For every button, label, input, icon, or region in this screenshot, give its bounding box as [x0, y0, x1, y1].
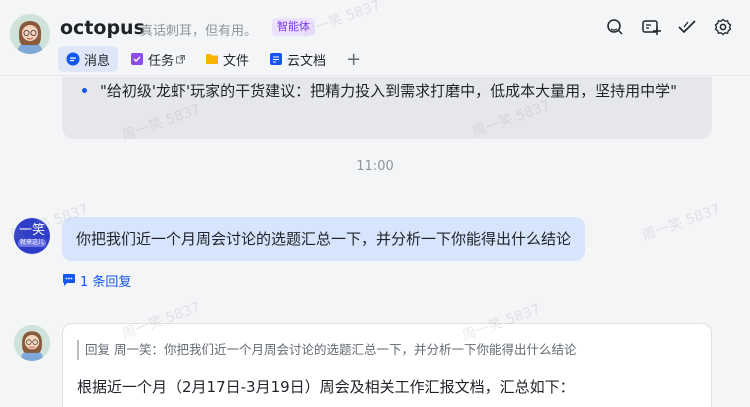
doc-icon [269, 52, 283, 66]
tab-files[interactable]: 文件 [197, 46, 257, 72]
bot-avatar[interactable] [14, 325, 50, 361]
tab-label: 消息 [84, 53, 111, 69]
user-message-bubble[interactable]: 你把我们近一个月周会讨论的选题汇总一下，并分析一下你能得出什么结论 [62, 217, 586, 261]
bullet-dot [82, 88, 87, 93]
add-chat-icon[interactable] [640, 16, 662, 38]
chat-title: octopus [60, 17, 145, 39]
bot-avatar[interactable] [10, 14, 50, 54]
chat-header: octopus 真话刺耳，但有用。 智能体 消息 任务 文件 云文档 + [0, 0, 750, 76]
add-tab-button[interactable]: + [338, 46, 369, 72]
tab-docs[interactable]: 云文档 [261, 46, 334, 72]
chat-tabs: 消息 任务 文件 云文档 + [58, 46, 373, 72]
external-link-icon [176, 54, 185, 64]
user-avatar-text: 一笑 [18, 223, 45, 238]
previous-bot-message: "给初级'龙虾'玩家的干货建议：把精力投入到需求打磨中，低成本大量用，坚持用中学… [62, 77, 712, 139]
chat-subtitle: 真话刺耳，但有用。 [140, 24, 258, 39]
tab-label: 云文档 [287, 53, 327, 69]
user-avatar[interactable]: 一笑 就来这儿 [14, 218, 50, 254]
message-list: "给初级'龙虾'玩家的干货建议：把精力投入到需求打磨中，低成本大量用，坚持用中学… [0, 77, 750, 407]
tab-messages[interactable]: 消息 [58, 46, 119, 72]
search-icon[interactable] [604, 16, 626, 38]
agent-badge: 智能体 [272, 18, 315, 36]
reply-count-label: 1 条回复 [80, 274, 132, 290]
time-divider: 11:00 [356, 159, 394, 174]
user-avatar-subtext: 就来这儿 [18, 239, 46, 247]
bot-reply-card: 回复 周一笑：你把我们近一个月周会讨论的选题汇总一下，并分析一下你能得出什么结论… [62, 323, 712, 407]
message-icon [66, 52, 80, 66]
bot-reply-text: 根据近一个月（2月17日-3月19日）周会及相关工作汇报文档，汇总如下： [77, 378, 575, 396]
message-text: "给初级'龙虾'玩家的干货建议：把精力投入到需求打磨中，低成本大量用，坚持用中学… [100, 82, 678, 100]
folder-icon [205, 52, 219, 66]
thread-reply-link[interactable]: 1 条回复 [62, 271, 132, 290]
settings-icon[interactable] [712, 16, 734, 38]
check-icon[interactable] [676, 16, 698, 38]
tab-label: 文件 [223, 53, 250, 69]
tab-tasks[interactable]: 任务 [122, 46, 193, 72]
reply-quote[interactable]: 回复 周一笑：你把我们近一个月周会讨论的选题汇总一下，并分析一下你能得出什么结论 [77, 340, 576, 360]
tab-label: 任务 [148, 53, 175, 69]
reply-thread-icon [62, 273, 76, 287]
task-icon [130, 52, 144, 66]
